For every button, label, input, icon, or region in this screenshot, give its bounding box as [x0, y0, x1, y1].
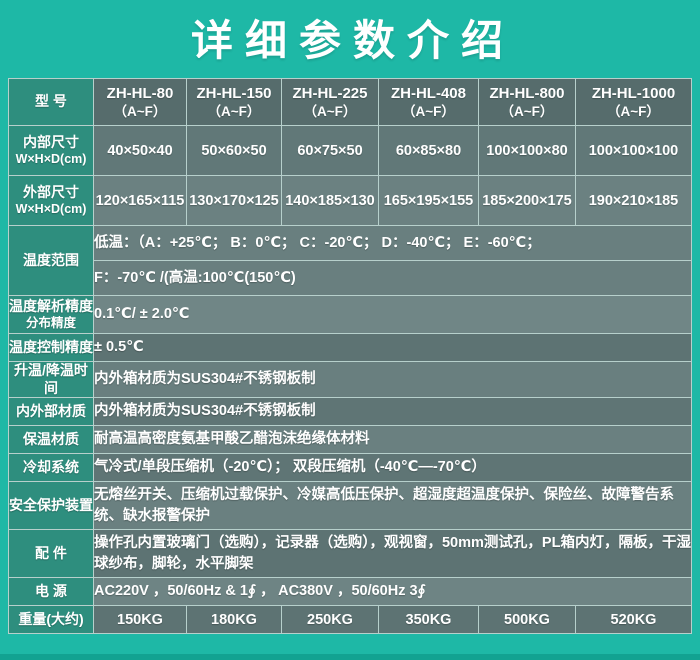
resolution-label-line2: 分布精度 [9, 316, 93, 332]
outer-size-value: 120×165×115 [94, 176, 187, 226]
inner-size-unit: W×H×D(cm) [9, 152, 93, 168]
temp-range-high: F：-70℃ /(高温:100℃(150℃) [94, 261, 692, 296]
model-range: （A~F） [576, 103, 691, 121]
model-range: （A~F） [94, 103, 186, 121]
model-cell: ZH-HL-408 （A~F） [379, 79, 479, 126]
row-material: 内外部材质 内外箱材质为SUS304#不锈钢板制 [9, 398, 692, 426]
inner-size-value: 60×85×80 [379, 126, 479, 176]
model-range: （A~F） [282, 103, 378, 121]
model-name: ZH-HL-1000 [592, 85, 675, 102]
outer-size-value: 165×195×155 [379, 176, 479, 226]
material-label: 内外部材质 [9, 398, 94, 426]
row-control: 温度控制精度 ± 0.5℃ [9, 334, 692, 362]
outer-size-label-text: 外部尺寸 [23, 184, 79, 200]
control-value: ± 0.5℃ [94, 334, 692, 362]
row-resolution: 温度解析精度 分布精度 0.1℃/ ± 2.0℃ [9, 296, 692, 334]
model-range: （A~F） [479, 103, 575, 121]
temp-range-label: 温度范围 [9, 226, 94, 296]
weight-value: 180KG [187, 606, 282, 634]
resolution-value: 0.1℃/ ± 2.0℃ [94, 296, 692, 334]
row-ramp-time: 升温/降温时间 内外箱材质为SUS304#不锈钢板制 [9, 362, 692, 398]
resolution-label: 温度解析精度 分布精度 [9, 296, 94, 334]
inner-size-value: 50×60×50 [187, 126, 282, 176]
model-name: ZH-HL-80 [107, 85, 174, 102]
model-label: 型 号 [9, 79, 94, 126]
accessories-value: 操作孔内置玻璃门（选购），记录器（选购），观视窗，50mm测试孔，PL箱内灯，隔… [94, 530, 692, 578]
model-cell: ZH-HL-800 （A~F） [479, 79, 576, 126]
ramp-time-value: 内外箱材质为SUS304#不锈钢板制 [94, 362, 692, 398]
bottom-accent-strip [0, 654, 700, 660]
inner-size-label: 内部尺寸 W×H×D(cm) [9, 126, 94, 176]
row-cooling: 冷却系统 气冷式/单段压缩机（-20℃）； 双段压缩机（-40℃—-70℃） [9, 454, 692, 482]
model-range: （A~F） [379, 103, 478, 121]
row-model: 型 号 ZH-HL-80 （A~F） ZH-HL-150 （A~F） ZH-HL… [9, 79, 692, 126]
safety-value: 无熔丝开关、压缩机过载保护、冷媒高低压保护、超湿度超温度保护、保险丝、故障警告系… [94, 482, 692, 530]
resolution-label-line1: 温度解析精度 [9, 298, 93, 314]
model-cell: ZH-HL-80 （A~F） [94, 79, 187, 126]
weight-value: 150KG [94, 606, 187, 634]
row-power: 电 源 AC220V ，50/60Hz & 1∮ ， AC380V ，50/60… [9, 578, 692, 606]
outer-size-unit: W×H×D(cm) [9, 202, 93, 218]
page-title: 详细参数介绍 [0, 0, 700, 78]
row-insulation: 保温材质 耐高温高密度氨基甲酸乙醋泡沫绝缘体材料 [9, 426, 692, 454]
power-label: 电 源 [9, 578, 94, 606]
weight-value: 350KG [379, 606, 479, 634]
ramp-time-label: 升温/降温时间 [9, 362, 94, 398]
cooling-value: 气冷式/单段压缩机（-20℃）； 双段压缩机（-40℃—-70℃） [94, 454, 692, 482]
spec-table: 型 号 ZH-HL-80 （A~F） ZH-HL-150 （A~F） ZH-HL… [8, 78, 692, 634]
row-outer-size: 外部尺寸 W×H×D(cm) 120×165×115 130×170×125 1… [9, 176, 692, 226]
row-temp-range-1: 温度范围 低温：（A：+25℃； B：0℃； C：-20℃； D：-40℃； E… [9, 226, 692, 261]
inner-size-value: 40×50×40 [94, 126, 187, 176]
model-name: ZH-HL-225 [292, 85, 367, 102]
row-safety: 安全保护装置 无熔丝开关、压缩机过载保护、冷媒高低压保护、超湿度超温度保护、保险… [9, 482, 692, 530]
outer-size-label: 外部尺寸 W×H×D(cm) [9, 176, 94, 226]
outer-size-value: 140×185×130 [282, 176, 379, 226]
outer-size-value: 190×210×185 [576, 176, 692, 226]
model-cell: ZH-HL-150 （A~F） [187, 79, 282, 126]
weight-value: 520KG [576, 606, 692, 634]
safety-label: 安全保护装置 [9, 482, 94, 530]
outer-size-value: 185×200×175 [479, 176, 576, 226]
weight-label: 重量(大约) [9, 606, 94, 634]
model-cell: ZH-HL-1000 （A~F） [576, 79, 692, 126]
row-weight: 重量(大约) 150KG 180KG 250KG 350KG 500KG 520… [9, 606, 692, 634]
cooling-label: 冷却系统 [9, 454, 94, 482]
model-range: （A~F） [187, 103, 281, 121]
model-name: ZH-HL-150 [196, 85, 271, 102]
inner-size-value: 60×75×50 [282, 126, 379, 176]
row-accessories: 配 件 操作孔内置玻璃门（选购），记录器（选购），观视窗，50mm测试孔，PL箱… [9, 530, 692, 578]
power-value: AC220V ，50/60Hz & 1∮ ， AC380V ，50/60Hz 3… [94, 578, 692, 606]
model-name: ZH-HL-800 [489, 85, 564, 102]
row-temp-range-2: F：-70℃ /(高温:100℃(150℃) [9, 261, 692, 296]
temp-range-low: 低温：（A：+25℃； B：0℃； C：-20℃； D：-40℃； E：-60℃… [94, 226, 692, 261]
control-label: 温度控制精度 [9, 334, 94, 362]
outer-size-value: 130×170×125 [187, 176, 282, 226]
weight-value: 500KG [479, 606, 576, 634]
insulation-value: 耐高温高密度氨基甲酸乙醋泡沫绝缘体材料 [94, 426, 692, 454]
inner-size-value: 100×100×80 [479, 126, 576, 176]
model-name: ZH-HL-408 [391, 85, 466, 102]
weight-value: 250KG [282, 606, 379, 634]
model-cell: ZH-HL-225 （A~F） [282, 79, 379, 126]
accessories-label: 配 件 [9, 530, 94, 578]
row-inner-size: 内部尺寸 W×H×D(cm) 40×50×40 50×60×50 60×75×5… [9, 126, 692, 176]
inner-size-value: 100×100×100 [576, 126, 692, 176]
material-value: 内外箱材质为SUS304#不锈钢板制 [94, 398, 692, 426]
insulation-label: 保温材质 [9, 426, 94, 454]
inner-size-label-text: 内部尺寸 [23, 134, 79, 150]
